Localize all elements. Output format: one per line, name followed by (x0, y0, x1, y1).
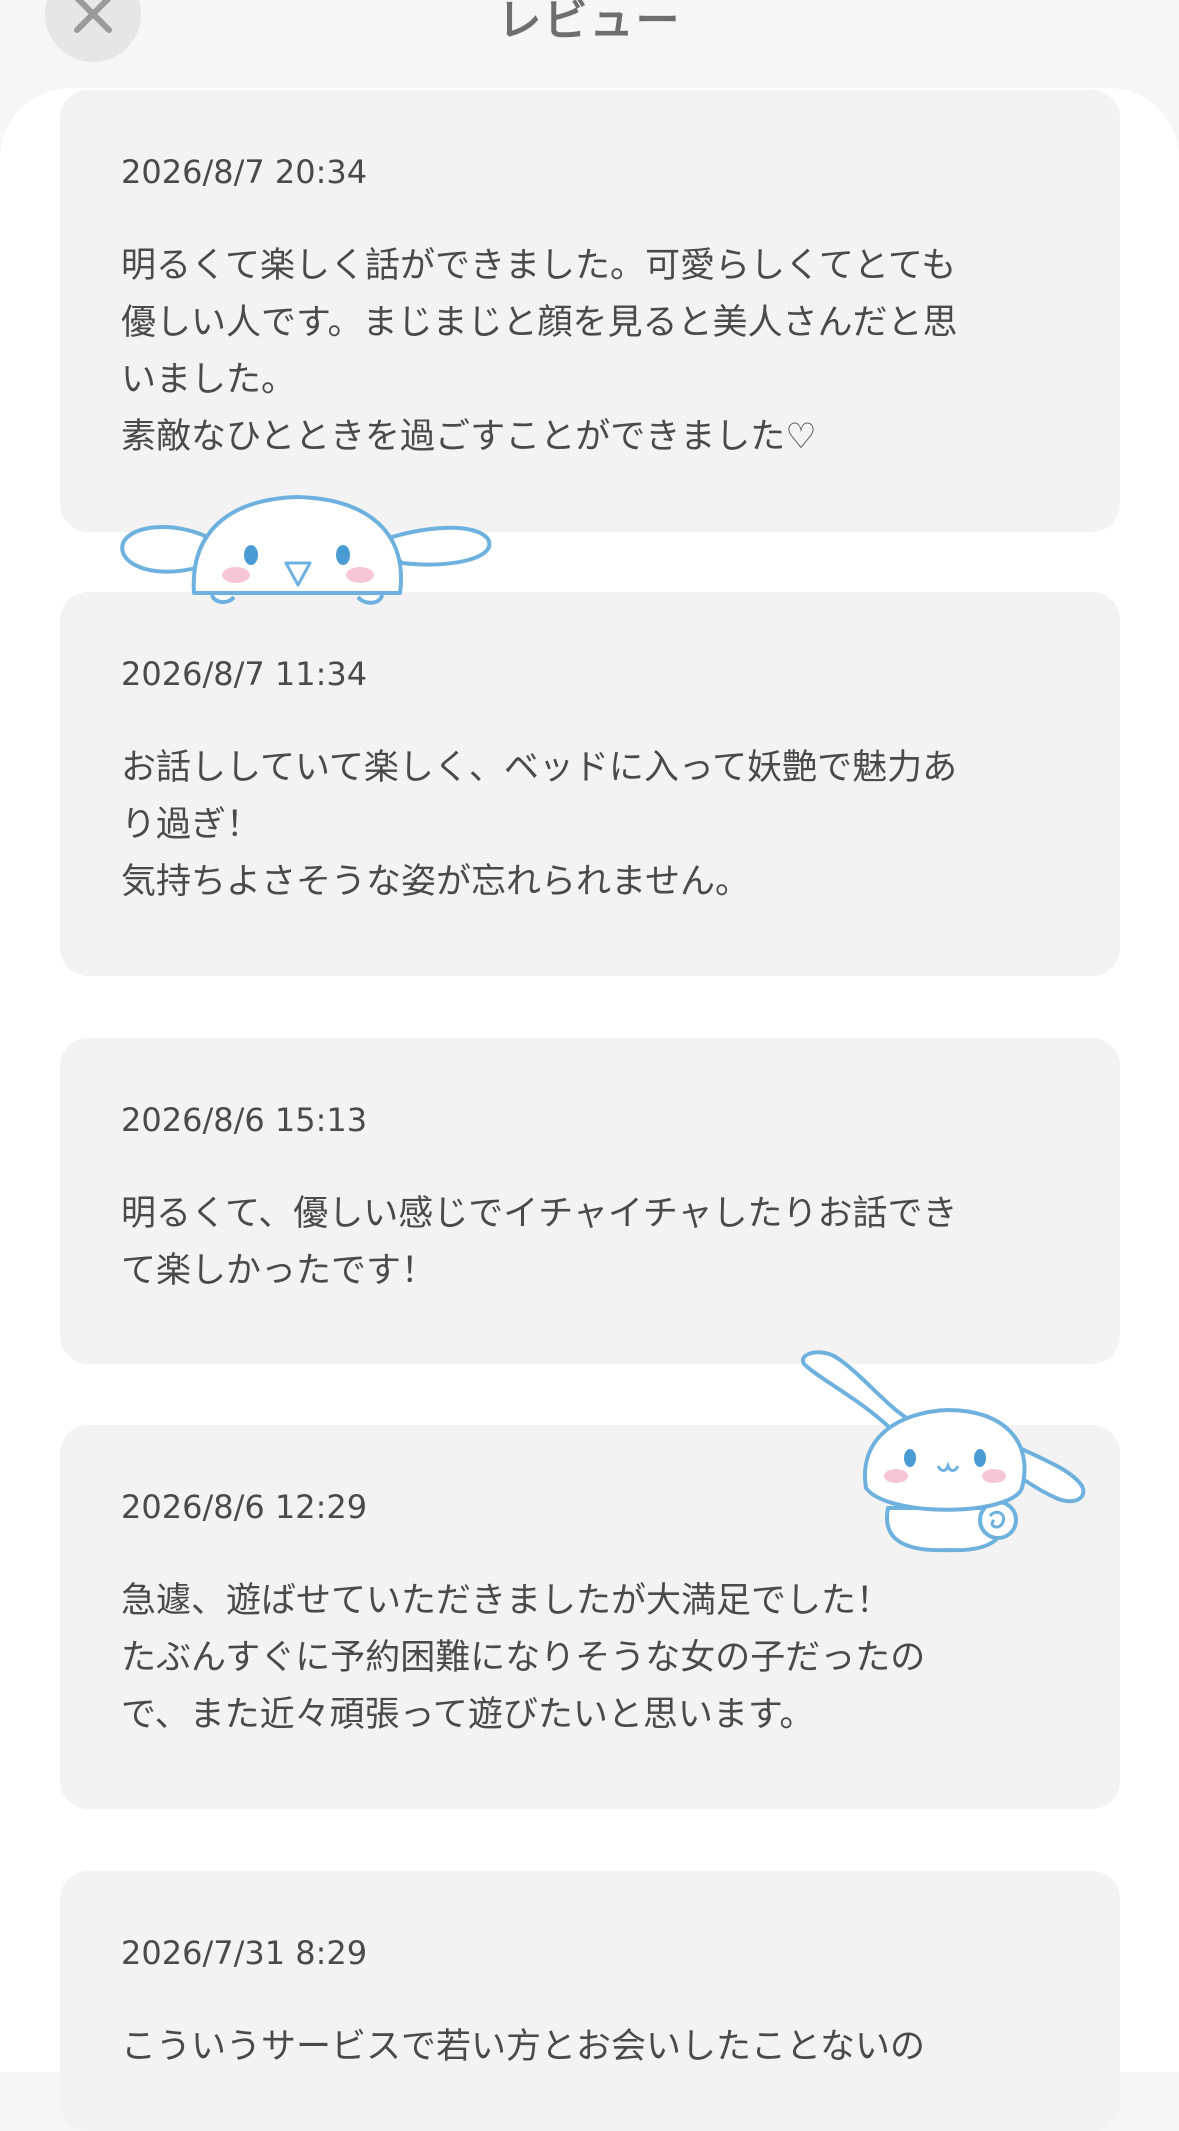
review-text: 急遽、遊ばせていただきましたが大満足でした！ たぶんすぐに予約困難になりそうな女… (121, 1581, 926, 1735)
review-text: 明るくて、優しい感じでイチャイチャしたりお話でき て楽しかったです！ (121, 1194, 958, 1291)
white-puppy-peeking-icon (120, 495, 492, 605)
review-date: 2026/8/6 15:13 (121, 1101, 368, 1139)
review-card: 2026/8/6 15:13 明るくて、優しい感じでイチャイチャしたりお話でき … (60, 1038, 1120, 1364)
review-card: 2026/7/31 8:29 こういうサービスで若い方とお会いしたことないの (60, 1871, 1120, 2131)
review-date: 2026/8/7 20:34 (121, 153, 368, 191)
review-sheet[interactable]: 2026/8/7 20:34 明るくて楽しく話ができました。可愛らしくてとても … (0, 88, 1179, 2131)
header-bar: レビュー (0, 0, 1179, 90)
white-puppy-sitting-icon (800, 1350, 1086, 1553)
review-text: 明るくて楽しく話ができました。可愛らしくてとても 優しい人です。まじまじと顔を見… (121, 246, 958, 457)
review-card: 2026/8/7 11:34 お話ししていて楽しく、ベッドに入って妖艶で魅力あ … (60, 592, 1120, 976)
review-date: 2026/7/31 8:29 (121, 1934, 368, 1972)
review-date: 2026/8/7 11:34 (121, 655, 368, 693)
review-text: こういうサービスで若い方とお会いしたことないの (121, 2027, 925, 2067)
review-card: 2026/8/7 20:34 明るくて楽しく話ができました。可愛らしくてとても … (60, 90, 1120, 532)
page-title: レビュー (497, 0, 682, 46)
review-text: お話ししていて楽しく、ベッドに入って妖艶で魅力あ り過ぎ！ 気持ちよさそうな姿が… (121, 748, 958, 902)
